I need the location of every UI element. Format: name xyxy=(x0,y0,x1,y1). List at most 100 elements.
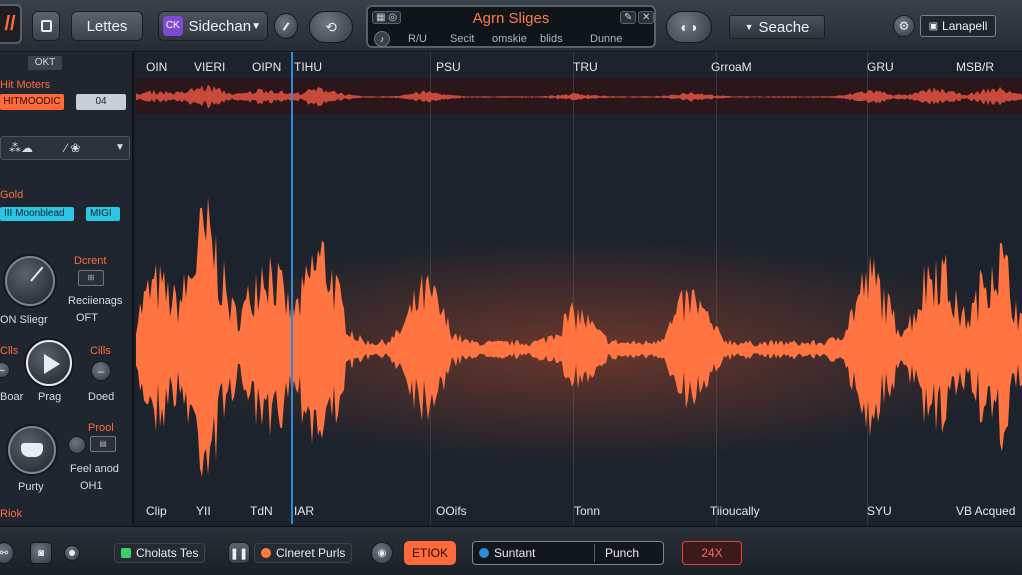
marker-top[interactable]: GrroaM xyxy=(711,60,752,74)
knob-needle-icon xyxy=(30,266,44,282)
top-toolbar: // Lettes CK Sidechan ▼ ⟲ ▦ ◎ Agrn Slige… xyxy=(0,0,1022,52)
lcd-display: ▦ ◎ Agrn Sliges ✎ ✕ ♪ R/U Secit omskie b… xyxy=(366,5,656,48)
purty-label: Purty xyxy=(18,481,44,493)
marker-bottom[interactable]: Tiioucally xyxy=(710,504,760,518)
edit-icon[interactable]: ✎ xyxy=(620,11,637,24)
save-icon xyxy=(40,20,52,32)
knob1-label: ON Sliegr xyxy=(0,314,48,326)
boar-button[interactable]: – xyxy=(0,362,10,378)
plugin-icon: CK xyxy=(163,16,183,36)
marker-top[interactable]: OIN xyxy=(146,60,167,74)
bottom-label: Riok xyxy=(0,508,23,520)
marker-top[interactable]: PSU xyxy=(436,60,461,74)
boar-label: Boar xyxy=(0,391,24,403)
doed-label: Doed xyxy=(88,391,115,403)
record-icon xyxy=(69,550,75,556)
power-knob[interactable] xyxy=(274,13,298,39)
camera-icon: ◙ xyxy=(37,547,45,559)
link-button[interactable]: ⚯ xyxy=(0,542,14,564)
dcrent-toggle[interactable]: ⊞ xyxy=(78,270,104,286)
snapshot-button[interactable]: ◉ xyxy=(371,542,393,564)
marker-top[interactable]: VIERI xyxy=(194,60,225,74)
marker-top[interactable]: GRU xyxy=(867,60,894,74)
transport-button[interactable]: ◐◑ xyxy=(666,11,712,43)
mode-badge[interactable]: III Moonblead xyxy=(0,207,74,221)
panel-header: OKT xyxy=(28,56,62,70)
marker-bottom[interactable]: OOifs xyxy=(436,504,467,518)
layout-icon: ▣ xyxy=(928,20,939,32)
marker-bottom[interactable]: IAR xyxy=(294,504,314,518)
preset-selector[interactable]: Clneret Purls xyxy=(254,543,353,563)
prool-label: Prool xyxy=(88,422,114,434)
gear-icon: ⚙ xyxy=(898,19,910,33)
doed-button[interactable]: – xyxy=(91,361,111,381)
value-field[interactable]: 04 xyxy=(76,94,126,110)
mode-value[interactable]: MIGI xyxy=(86,207,120,221)
fx-icon: ⁂☁ xyxy=(9,141,33,155)
marker-bottom[interactable]: Tonn xyxy=(574,504,600,518)
settings-button[interactable]: ⚙ xyxy=(893,15,915,37)
waveform-editor[interactable]: OIN VIERI OIPN TIHU PSU TRU GrroaM GRU M… xyxy=(136,52,1022,524)
close-icon[interactable]: ✕ xyxy=(638,11,655,24)
instrument-label: Suntant xyxy=(494,546,536,560)
camera-button[interactable]: ◙ xyxy=(30,542,52,564)
zoom-display[interactable]: 24X xyxy=(682,541,742,565)
feel-label: Feel anod xyxy=(70,463,119,475)
marker-bottom[interactable]: VB Acqued xyxy=(956,504,1015,518)
marker-bottom[interactable]: Clip xyxy=(146,504,167,518)
waveform-canvas[interactable] xyxy=(136,52,1022,524)
feel-meter[interactable]: ▤ xyxy=(90,436,116,452)
letters-button[interactable]: Lettes xyxy=(71,11,143,41)
off-label: OFT xyxy=(76,312,98,324)
info-dot-icon xyxy=(479,548,489,558)
search-dropdown[interactable]: ▼ Seache xyxy=(729,15,825,39)
sidechain-label: Sidechan xyxy=(188,17,252,35)
stop-button[interactable]: ETIOK xyxy=(404,541,456,565)
play-knob[interactable] xyxy=(26,340,72,386)
sidechain-dropdown[interactable]: CK Sidechan ▼ xyxy=(158,11,268,41)
left-panel: OKT Hit Moters HITMOODIC 04 ⁂☁ ⁄ ❀ ▼ Gol… xyxy=(0,52,134,524)
app-logo[interactable]: // xyxy=(0,4,22,44)
marker-top[interactable]: TRU xyxy=(573,60,598,74)
meters-label: Hit Moters xyxy=(0,79,51,91)
green-dot-icon xyxy=(121,548,131,558)
playhead xyxy=(291,52,293,524)
loop-button[interactable]: ⟲ xyxy=(309,11,353,43)
lcd-field-5: Dunne xyxy=(590,33,623,45)
lcd-title: Agrn Sliges xyxy=(472,10,550,27)
layout-button[interactable]: ▣ Lanapell xyxy=(920,15,996,37)
marker-bottom[interactable]: TdN xyxy=(250,504,273,518)
chevron-down-icon: ▼ xyxy=(115,142,125,153)
fader-cap-icon xyxy=(21,443,43,457)
feel-toggle[interactable] xyxy=(68,436,86,454)
link-icon: ⚯ xyxy=(0,547,9,559)
minus-icon: – xyxy=(0,365,5,376)
pause-button[interactable]: ❚❚ xyxy=(228,542,250,564)
lcd-field-4: blids xyxy=(540,33,563,45)
preset-label: Clneret Purls xyxy=(276,546,346,560)
minus-icon: – xyxy=(97,364,105,378)
prag-label: Prag xyxy=(38,391,62,403)
record-button[interactable] xyxy=(64,545,80,561)
slicer-knob[interactable] xyxy=(5,256,55,306)
pause-icon: ❚❚ xyxy=(229,547,249,560)
hit-badge[interactable]: HITMOODIC xyxy=(0,94,64,110)
save-button[interactable] xyxy=(32,11,60,41)
instrument-field[interactable]: Suntant Punch xyxy=(472,541,664,565)
ofh-label: OH1 xyxy=(80,480,103,492)
dcrent-label: Dcrent xyxy=(74,255,107,267)
marker-top[interactable]: MSB/R xyxy=(956,60,994,74)
marker-top[interactable]: TIHU xyxy=(294,60,322,74)
fx-selector[interactable]: ⁂☁ ⁄ ❀ ▼ xyxy=(0,136,130,160)
caret-down-icon: ▼ xyxy=(744,22,754,32)
purty-knob[interactable] xyxy=(8,426,56,474)
punch-label[interactable]: Punch xyxy=(605,546,639,560)
orange-dot-icon xyxy=(261,548,271,558)
marker-bottom[interactable]: YII xyxy=(196,504,211,518)
metronome-icon[interactable]: ♪ xyxy=(374,31,390,47)
chips-selector[interactable]: Cholats Tes xyxy=(114,543,206,563)
reciences-label: Reciienags xyxy=(68,295,123,307)
chips-label: Cholats Tes xyxy=(136,546,199,560)
marker-top[interactable]: OIPN xyxy=(252,60,281,74)
marker-bottom[interactable]: SYU xyxy=(867,504,892,518)
